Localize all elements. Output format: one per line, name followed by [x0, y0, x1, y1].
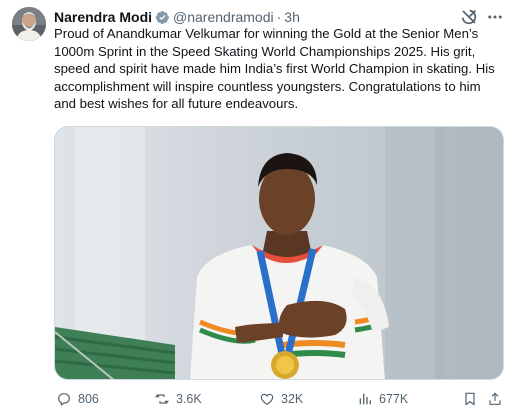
bookmark-button[interactable]	[462, 388, 478, 410]
like-count: 32K	[281, 392, 304, 406]
reply-count: 806	[78, 392, 99, 406]
bookmark-icon	[465, 392, 475, 406]
views-chart-icon	[359, 393, 371, 405]
repost-button[interactable]: 3.6K	[154, 388, 202, 410]
repost-count: 3.6K	[176, 392, 202, 406]
tweet-actions: 806 3.6K 32K 677K	[54, 388, 506, 410]
heart-icon	[260, 393, 274, 405]
like-button[interactable]: 32K	[259, 388, 303, 410]
more-options-icon[interactable]	[486, 8, 504, 26]
tweet-timestamp[interactable]: 3h	[284, 8, 300, 26]
author-display-name[interactable]: Narendra Modi	[54, 8, 152, 26]
grok-icon[interactable]	[460, 8, 478, 26]
author-avatar[interactable]	[12, 7, 46, 41]
share-button[interactable]	[487, 388, 503, 410]
tweet-card[interactable]: Narendra Modi @narendramodi · 3h Proud o…	[0, 0, 512, 414]
tweet-media-photo[interactable]	[54, 126, 504, 380]
reply-button[interactable]: 806	[56, 388, 99, 410]
header-separator: ·	[276, 9, 282, 25]
repost-icon	[155, 394, 169, 404]
view-count: 677K	[379, 392, 409, 406]
athlete-gold-medal-photo	[55, 127, 503, 379]
share-icon	[489, 392, 501, 405]
reply-icon	[58, 393, 70, 406]
avatar-photo	[12, 7, 46, 41]
views-button[interactable]: 677K	[357, 388, 408, 410]
verified-badge-icon[interactable]	[155, 10, 170, 25]
author-handle[interactable]: @narendramodi	[173, 8, 274, 26]
tweet-header: Narendra Modi @narendramodi · 3h	[54, 8, 300, 26]
tweet-text: Proud of Anandkumar Velkumar for winning…	[54, 26, 495, 111]
